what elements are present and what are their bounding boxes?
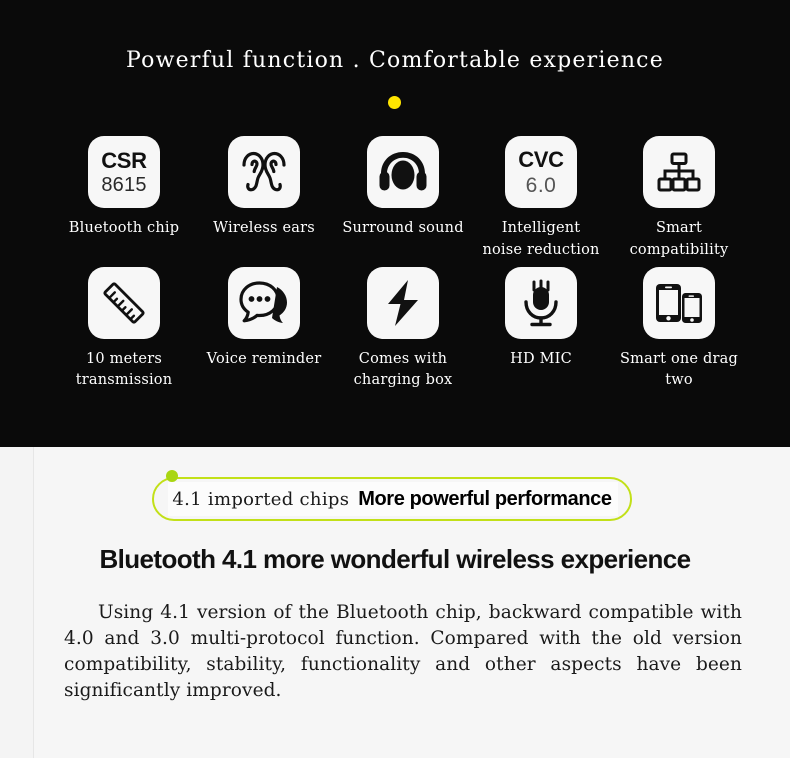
microphone-icon bbox=[505, 266, 577, 339]
feature-label: Smart one drag two bbox=[620, 350, 738, 389]
speech-bubble-icon bbox=[228, 266, 300, 339]
feature-hero-section: Powerful function . Comfortable experien… bbox=[0, 0, 790, 447]
feature-item-noise-reduction[interactable]: CVC 6.0 Intelligent noise reduction bbox=[472, 136, 610, 262]
csr-chip-icon-model: CSR bbox=[101, 147, 147, 173]
feature-label: Bluetooth chip bbox=[68, 220, 180, 236]
feature-row-1: CSR 8615 Bluetooth chip Wireless ears Su… bbox=[0, 136, 790, 262]
feature-item-transmission-range[interactable]: 10 meters transmission bbox=[55, 266, 193, 393]
section-subheading: Bluetooth 4.1 more wonderful wireless ex… bbox=[99, 544, 691, 574]
ruler-icon bbox=[88, 266, 160, 339]
feature-label: Intelligent noise reduction bbox=[482, 220, 600, 258]
feature-item-charging-box[interactable]: Comes with charging box bbox=[334, 266, 472, 393]
feature-label: Surround sound bbox=[342, 220, 464, 236]
sitemap-icon bbox=[643, 136, 715, 208]
feature-label: HD MIC bbox=[510, 350, 572, 367]
csr-chip-icon-number: 8615 bbox=[101, 173, 147, 196]
lightning-bolt-icon bbox=[367, 266, 439, 339]
feature-grid: CSR 8615 Bluetooth chip Wireless ears Su… bbox=[0, 136, 790, 392]
feature-item-voice-reminder[interactable]: Voice reminder bbox=[195, 266, 333, 393]
cvc-noise-icon-label: CVC bbox=[518, 146, 564, 172]
feature-row-2: 10 meters transmission Voice reminder Co… bbox=[0, 266, 790, 393]
feature-label: Voice reminder bbox=[206, 350, 322, 367]
page-title: Powerful function . Comfortable experien… bbox=[126, 48, 664, 73]
pill-performance-text: More powerful performance bbox=[358, 487, 612, 510]
feature-item-bluetooth-chip[interactable]: CSR 8615 Bluetooth chip bbox=[55, 136, 193, 262]
two-phones-icon bbox=[643, 266, 715, 339]
feature-label: 10 meters transmission bbox=[75, 350, 173, 389]
feature-item-wireless-ears[interactable]: Wireless ears bbox=[195, 136, 333, 262]
description-paragraph: Using 4.1 version of the Bluetooth chip,… bbox=[64, 602, 742, 701]
pill-version-text: 4.1 imported chips bbox=[172, 488, 350, 510]
feature-item-hd-mic[interactable]: HD MIC bbox=[472, 266, 610, 393]
feature-label: Wireless ears bbox=[213, 220, 315, 236]
wireless-ears-icon bbox=[228, 136, 300, 208]
feature-item-smart-compatibility[interactable]: Smart compatibility bbox=[610, 136, 748, 262]
cvc-noise-icon: CVC 6.0 bbox=[505, 136, 577, 208]
headphones-icon bbox=[367, 136, 439, 208]
feature-item-one-drag-two[interactable]: Smart one drag two bbox=[610, 266, 748, 393]
cvc-noise-icon-version: 6.0 bbox=[525, 173, 557, 197]
feature-item-surround-sound[interactable]: Surround sound bbox=[334, 136, 472, 262]
chip-highlight-text: 4.1 imported chips More powerful perform… bbox=[152, 477, 632, 521]
feature-label: Comes with charging box bbox=[353, 350, 453, 389]
csr-chip-icon: CSR 8615 bbox=[88, 136, 160, 208]
product-detail-page: Powerful function . Comfortable experien… bbox=[0, 0, 790, 758]
yellow-accent-dot bbox=[388, 96, 401, 109]
feature-label: Smart compatibility bbox=[629, 220, 729, 258]
